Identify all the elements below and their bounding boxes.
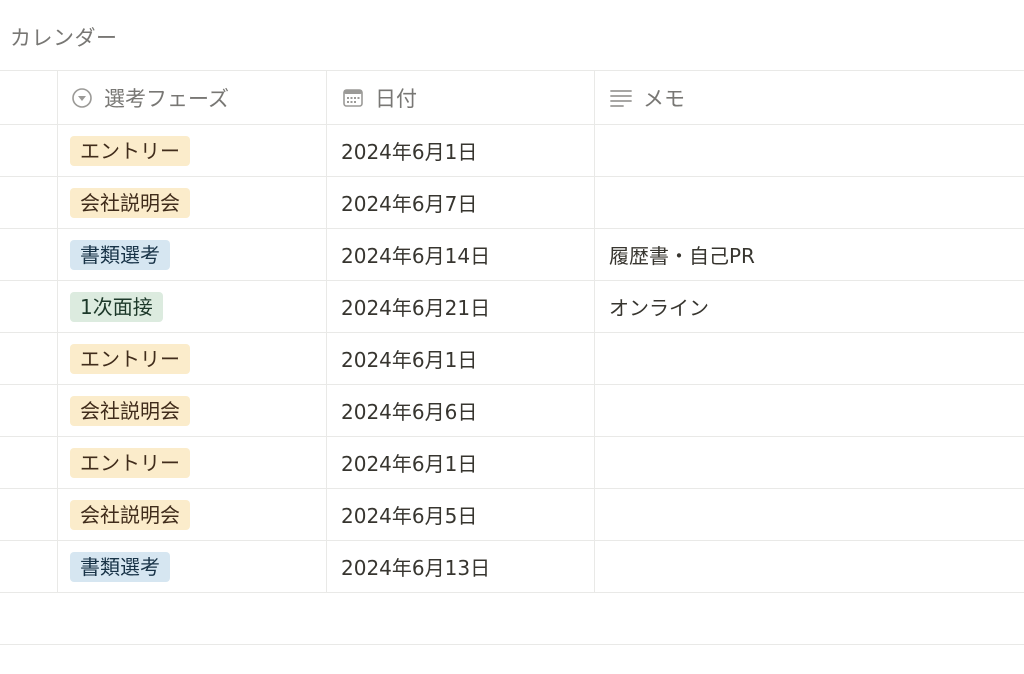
table-body: エントリー 2024年6月1日 会社説明会 2024年6月7日 書類選考 202… (0, 125, 1024, 645)
date-value: 2024年6月6日 (341, 400, 478, 424)
row-handle (0, 229, 58, 280)
phase-tag: エントリー (70, 343, 190, 374)
column-header-phase-label: 選考フェーズ (104, 86, 229, 111)
date-cell[interactable]: 2024年6月6日 (327, 385, 595, 436)
memo-cell[interactable] (595, 437, 1024, 488)
phase-cell[interactable]: 会社説明会 (58, 385, 327, 436)
database-page: カレンダー 選考フェーズ 日付 メモ エントリー 2024年6月1日 会社説明会… (0, 0, 1024, 674)
column-header-date-label: 日付 (375, 86, 417, 111)
column-header-phase[interactable]: 選考フェーズ (58, 71, 327, 124)
select-icon (70, 86, 94, 110)
memo-cell[interactable] (595, 177, 1024, 228)
row-handle (0, 489, 58, 540)
calendar-icon (341, 86, 365, 110)
date-value: 2024年6月1日 (341, 452, 478, 476)
phase-cell[interactable]: 1次面接 (58, 281, 327, 332)
phase-tag: 書類選考 (70, 551, 170, 582)
memo-value: オンライン (609, 296, 709, 320)
date-cell[interactable]: 2024年6月5日 (327, 489, 595, 540)
table-row[interactable]: エントリー 2024年6月1日 (0, 437, 1024, 489)
date-value: 2024年6月1日 (341, 140, 478, 164)
table-row[interactable]: 会社説明会 2024年6月5日 (0, 489, 1024, 541)
table-row[interactable]: 会社説明会 2024年6月7日 (0, 177, 1024, 229)
date-cell[interactable]: 2024年6月14日 (327, 229, 595, 280)
table-row[interactable]: 1次面接 2024年6月21日 オンライン (0, 281, 1024, 333)
phase-tag: 書類選考 (70, 239, 170, 270)
header-spacer (0, 71, 58, 124)
memo-value: 履歴書・自己PR (609, 244, 755, 268)
date-value: 2024年6月13日 (341, 556, 491, 580)
date-value: 2024年6月14日 (341, 244, 491, 268)
date-cell[interactable]: 2024年6月1日 (327, 437, 595, 488)
phase-cell[interactable]: エントリー (58, 333, 327, 384)
row-handle (0, 125, 58, 176)
text-lines-icon (609, 86, 633, 110)
column-header-date[interactable]: 日付 (327, 71, 595, 124)
row-handle (0, 281, 58, 332)
row-handle (0, 333, 58, 384)
phase-cell[interactable]: エントリー (58, 125, 327, 176)
date-cell[interactable]: 2024年6月1日 (327, 333, 595, 384)
memo-cell[interactable] (595, 541, 1024, 592)
phase-cell[interactable]: 会社説明会 (58, 177, 327, 228)
table-row[interactable]: 会社説明会 2024年6月6日 (0, 385, 1024, 437)
phase-cell[interactable]: 書類選考 (58, 541, 327, 592)
phase-tag: エントリー (70, 135, 190, 166)
memo-cell[interactable] (595, 385, 1024, 436)
phase-tag: エントリー (70, 447, 190, 478)
phase-cell[interactable]: 会社説明会 (58, 489, 327, 540)
date-value: 2024年6月7日 (341, 192, 478, 216)
column-header-memo-label: メモ (643, 86, 685, 111)
column-header-memo[interactable]: メモ (595, 71, 1024, 124)
memo-cell[interactable] (595, 333, 1024, 384)
memo-cell[interactable] (595, 489, 1024, 540)
memo-cell[interactable]: 履歴書・自己PR (595, 229, 1024, 280)
date-value: 2024年6月21日 (341, 296, 491, 320)
table-row[interactable]: 書類選考 2024年6月14日 履歴書・自己PR (0, 229, 1024, 281)
phase-cell[interactable]: 書類選考 (58, 229, 327, 280)
table-header-row: 選考フェーズ 日付 メモ (0, 71, 1024, 125)
phase-tag: 会社説明会 (70, 395, 190, 426)
date-value: 2024年6月5日 (341, 504, 478, 528)
date-cell[interactable]: 2024年6月21日 (327, 281, 595, 332)
table-row[interactable]: 書類選考 2024年6月13日 (0, 541, 1024, 593)
memo-cell[interactable] (595, 125, 1024, 176)
view-title[interactable]: カレンダー (10, 22, 118, 52)
date-cell[interactable]: 2024年6月7日 (327, 177, 595, 228)
new-row-area[interactable] (0, 593, 1024, 645)
row-handle (0, 541, 58, 592)
date-cell[interactable]: 2024年6月13日 (327, 541, 595, 592)
table-row[interactable]: エントリー 2024年6月1日 (0, 125, 1024, 177)
date-value: 2024年6月1日 (341, 348, 478, 372)
memo-cell[interactable]: オンライン (595, 281, 1024, 332)
date-cell[interactable]: 2024年6月1日 (327, 125, 595, 176)
database-table: 選考フェーズ 日付 メモ エントリー 2024年6月1日 会社説明会 2024年… (0, 70, 1024, 645)
phase-tag: 会社説明会 (70, 499, 190, 530)
table-row[interactable]: エントリー 2024年6月1日 (0, 333, 1024, 385)
row-handle (0, 177, 58, 228)
phase-tag: 会社説明会 (70, 187, 190, 218)
phase-cell[interactable]: エントリー (58, 437, 327, 488)
row-handle (0, 385, 58, 436)
phase-tag: 1次面接 (70, 291, 163, 322)
row-handle (0, 437, 58, 488)
new-row-spacer (0, 593, 58, 644)
